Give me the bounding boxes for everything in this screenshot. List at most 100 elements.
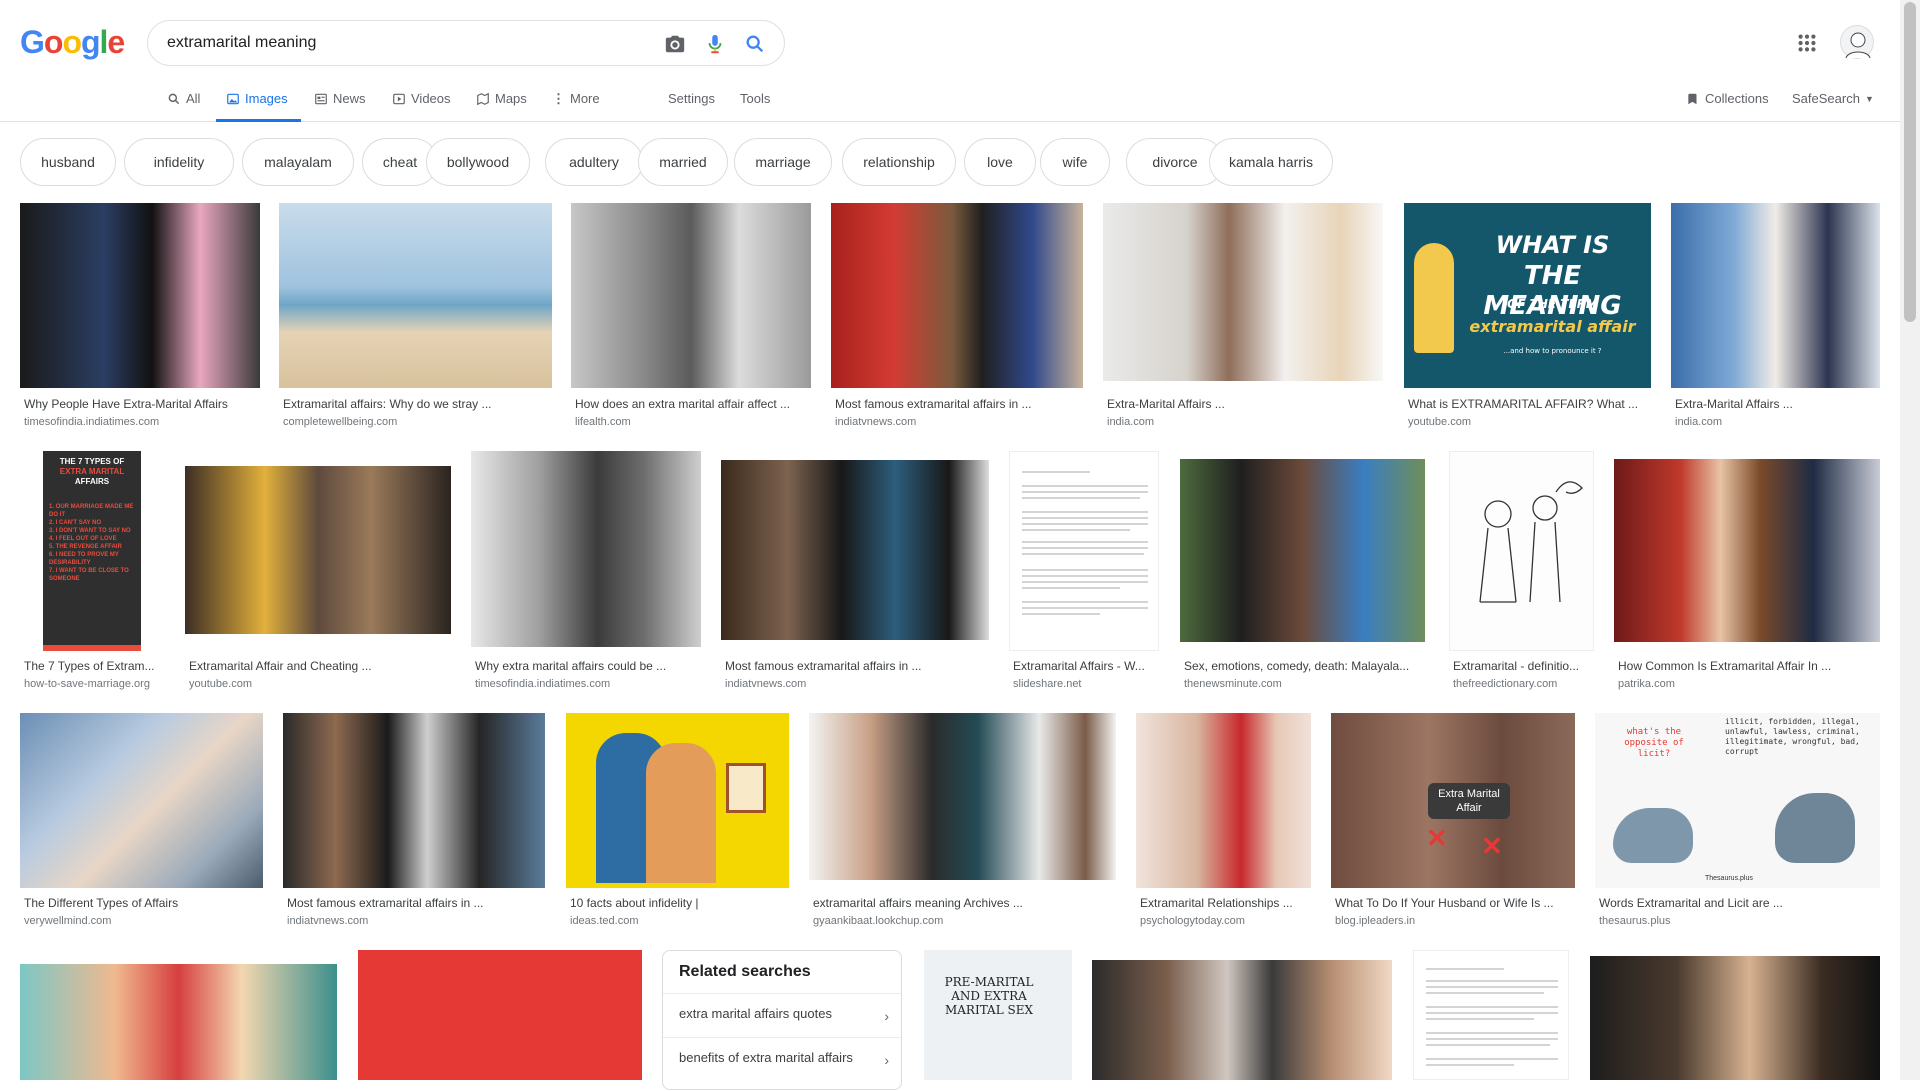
result-title[interactable]: Extramarital - definitio... <box>1453 659 1579 673</box>
result-thumbnail[interactable] <box>185 466 451 634</box>
result-title[interactable]: Sex, emotions, comedy, death: Malayala..… <box>1184 659 1409 673</box>
search-box[interactable]: extramarital meaning <box>147 20 785 66</box>
tab-settings[interactable]: Settings <box>668 86 715 122</box>
result-thumbnail[interactable] <box>1180 459 1425 642</box>
result-title[interactable]: Why extra marital affairs could be ... <box>475 659 666 673</box>
chip-kamala-harris[interactable]: kamala harris <box>1209 138 1333 186</box>
result-thumbnail[interactable] <box>358 950 642 1080</box>
result-title[interactable]: Most famous extramarital affairs in ... <box>725 659 922 673</box>
tab-news[interactable]: News <box>314 86 366 122</box>
result-thumbnail[interactable] <box>721 460 989 640</box>
result-title[interactable]: The Different Types of Affairs <box>24 896 178 910</box>
page-scrollbar[interactable] <box>1900 0 1920 1080</box>
tab-videos[interactable]: Videos <box>392 86 451 122</box>
result-thumbnail[interactable] <box>1614 459 1880 642</box>
result-thumbnail[interactable]: WHAT IS THE MEANING OF THE TERM extramar… <box>1404 203 1651 388</box>
result-thumbnail[interactable] <box>1590 956 1880 1080</box>
result-thumbnail[interactable] <box>20 964 337 1080</box>
chip-husband[interactable]: husband <box>20 138 116 186</box>
result-title[interactable]: extramarital affairs meaning Archives ..… <box>813 896 1023 910</box>
camera-icon[interactable] <box>663 32 687 56</box>
result-source: psychologytoday.com <box>1140 915 1245 927</box>
result-title[interactable]: Extramarital affairs: Why do we stray ..… <box>283 397 492 411</box>
chip-malayalam[interactable]: malayalam <box>242 138 354 186</box>
collections-link[interactable]: Collections <box>1686 86 1769 122</box>
chip-adultery[interactable]: adultery <box>545 138 643 186</box>
tab-all[interactable]: All <box>167 86 200 122</box>
result-title[interactable]: Most famous extramarital affairs in ... <box>835 397 1032 411</box>
result-thumbnail[interactable] <box>20 203 260 388</box>
result-thumbnail[interactable] <box>20 713 263 888</box>
chip-married[interactable]: married <box>638 138 728 186</box>
result-thumbnail[interactable] <box>1413 950 1569 1080</box>
result-thumbnail[interactable] <box>279 203 552 388</box>
result-title[interactable]: Extramarital Relationships ... <box>1140 896 1293 910</box>
related-search-item[interactable]: extra marital affairs quotes › <box>663 993 901 1037</box>
result-title[interactable]: How Common Is Extramarital Affair In ... <box>1618 659 1831 673</box>
speech-bubble-text: what's the opposite of licit? <box>1624 727 1684 759</box>
google-logo[interactable]: Google <box>20 24 125 61</box>
chip-wife[interactable]: wife <box>1040 138 1110 186</box>
result-title[interactable]: Extramarital Affair and Cheating ... <box>189 659 372 673</box>
result-thumbnail[interactable] <box>283 713 545 888</box>
result-thumbnail[interactable] <box>571 203 811 388</box>
result-source: blog.ipleaders.in <box>1335 915 1416 927</box>
tab-images[interactable]: Images <box>216 86 301 122</box>
result-thumbnail[interactable] <box>1136 713 1311 888</box>
result-title[interactable]: What To Do If Your Husband or Wife Is ..… <box>1335 896 1554 910</box>
result-title[interactable]: What is EXTRAMARITAL AFFAIR? What ... <box>1408 397 1638 411</box>
result-thumbnail[interactable] <box>1009 451 1159 651</box>
result-title[interactable]: Why People Have Extra-Marital Affairs <box>24 397 228 411</box>
result-title[interactable]: How does an extra marital affair affect … <box>575 397 790 411</box>
result-thumbnail[interactable]: THE 7 TYPES OF EXTRA MARITAL AFFAIRS 1. … <box>43 451 141 651</box>
result-thumbnail[interactable] <box>831 203 1083 388</box>
result-title[interactable]: Most famous extramarital affairs in ... <box>287 896 484 910</box>
result-thumbnail[interactable] <box>1092 960 1392 1080</box>
related-search-label: benefits of extra marital affairs <box>679 1050 853 1065</box>
tab-tools[interactable]: Tools <box>740 86 770 122</box>
result-title[interactable]: Extra-Marital Affairs ... <box>1107 397 1225 411</box>
chip-marriage[interactable]: marriage <box>734 138 832 186</box>
search-input[interactable]: extramarital meaning <box>167 34 316 52</box>
result-title[interactable]: Words Extramarital and Licit are ... <box>1599 896 1783 910</box>
sketch-illustration <box>1479 481 1583 603</box>
result-title[interactable]: Extramarital Affairs - W... <box>1013 659 1145 673</box>
result-thumbnail[interactable]: PRE-MARITAL AND EXTRA MARITAL SEX <box>924 950 1072 1080</box>
scrollbar-thumb[interactable] <box>1904 2 1916 322</box>
tab-maps[interactable]: Maps <box>476 86 527 122</box>
chip-relationship[interactable]: relationship <box>842 138 956 186</box>
chip-bollywood[interactable]: bollywood <box>426 138 530 186</box>
result-source: thefreedictionary.com <box>1453 678 1558 690</box>
result-thumbnail[interactable]: Extra Marital Affair ✕ ✕ <box>1331 713 1575 888</box>
caret-down-icon: ▼ <box>1864 94 1874 104</box>
safesearch-dropdown[interactable]: SafeSearch ▼ <box>1792 86 1874 122</box>
result-thumbnail[interactable] <box>471 451 701 647</box>
result-thumbnail[interactable] <box>1103 203 1383 381</box>
tab-more[interactable]: ⋮ More <box>552 86 600 122</box>
result-thumbnail[interactable] <box>1449 451 1594 651</box>
chip-label: malayalam <box>264 154 332 170</box>
related-search-item[interactable]: benefits of extra marital affairs › <box>663 1037 901 1091</box>
collections-label: Collections <box>1705 91 1769 106</box>
result-title[interactable]: 10 facts about infidelity | <box>570 896 699 910</box>
result-title[interactable]: Extra-Marital Affairs ... <box>1675 397 1793 411</box>
result-title[interactable]: The 7 Types of Extram... <box>24 659 155 673</box>
apps-grid-icon[interactable] <box>1796 32 1818 54</box>
result-thumbnail[interactable] <box>566 713 789 888</box>
poster-text: 4. I FEEL OUT OF LOVE <box>49 536 117 542</box>
poster-text: 5. THE REVENGE AFFAIR <box>49 544 122 550</box>
account-avatar[interactable] <box>1840 25 1874 59</box>
microphone-icon[interactable] <box>703 32 727 56</box>
result-thumbnail[interactable] <box>1671 203 1880 388</box>
chip-infidelity[interactable]: infidelity <box>124 138 234 186</box>
cross-mark-icon: ✕ <box>1426 823 1448 853</box>
chip-label: bollywood <box>446 154 510 170</box>
search-icon[interactable] <box>743 32 767 56</box>
chip-love[interactable]: love <box>964 138 1036 186</box>
result-thumbnail[interactable]: what's the opposite of licit? illicit, f… <box>1595 713 1880 888</box>
user-icon <box>1845 32 1871 59</box>
poster-text: PRE-MARITAL AND EXTRA MARITAL SEX <box>944 975 1034 1017</box>
result-source: youtube.com <box>1408 416 1471 428</box>
more-vertical-icon: ⋮ <box>552 91 565 106</box>
result-thumbnail[interactable] <box>809 713 1116 880</box>
